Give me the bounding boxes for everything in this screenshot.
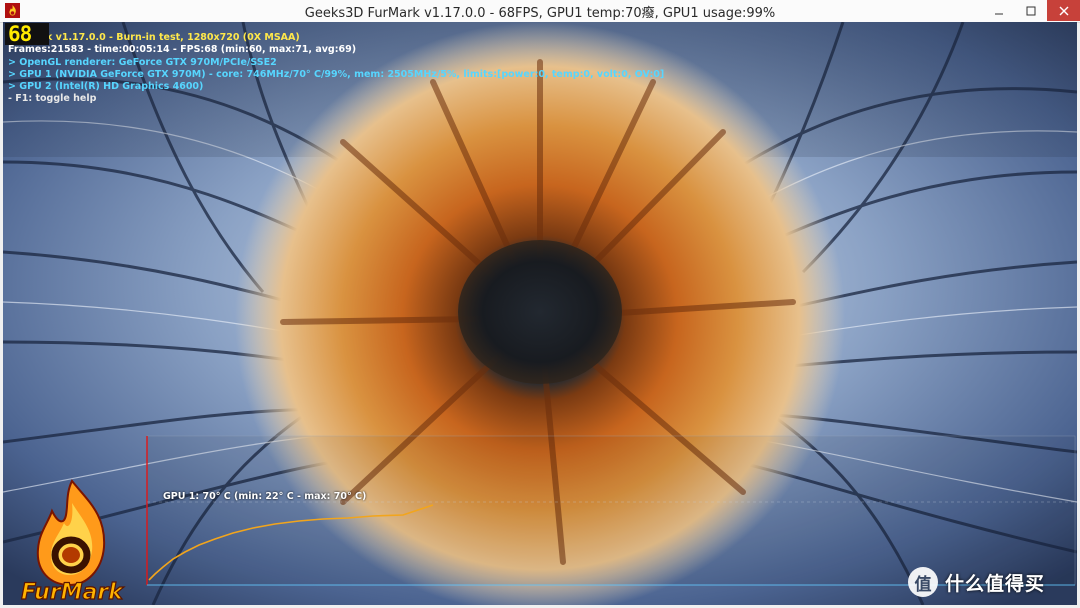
- osd-gpu1-line: > GPU 1 (NVIDIA GeForce GTX 970M) - core…: [8, 68, 665, 80]
- temperature-graph: [146, 435, 1076, 586]
- fps-counter: 68: [8, 22, 32, 46]
- fps-counter-box: 68: [5, 22, 49, 46]
- minimize-icon: [995, 13, 1003, 14]
- osd-help-line: - F1: toggle help: [8, 93, 97, 105]
- osd-title-line: FurMark v1.17.0.0 - Burn-in test, 1280x7…: [8, 32, 300, 43]
- render-viewport[interactable]: FurMark v1.17.0.0 - Burn-in test, 1280x7…: [3, 22, 1077, 605]
- osd-gpu2-line: > GPU 2 (Intel(R) HD Graphics 4600): [8, 81, 204, 93]
- furmark-flame-logo: FurMark: [21, 479, 125, 603]
- minimize-button[interactable]: [983, 0, 1015, 21]
- watermark: 值 什么值得买: [908, 567, 1045, 597]
- maximize-button[interactable]: [1015, 0, 1047, 21]
- maximize-icon: [1026, 6, 1036, 15]
- app-window: Geeks3D FurMark v1.17.0.0 - 68FPS, GPU1 …: [0, 0, 1080, 608]
- osd-stats-line: Frames:21583 - time:00:05:14 - FPS:68 (m…: [8, 44, 357, 56]
- close-button[interactable]: [1047, 0, 1080, 21]
- window-title: Geeks3D FurMark v1.17.0.0 - 68FPS, GPU1 …: [304, 6, 776, 21]
- osd-overlay: FurMark v1.17.0.0 - Burn-in test, 1280x7…: [8, 32, 664, 106]
- logo-text: FurMark: [21, 580, 124, 603]
- zhi-de-mai-icon: 值: [908, 567, 938, 597]
- osd-renderer-line: > OpenGL renderer: GeForce GTX 970M/PCIe…: [8, 56, 277, 68]
- render-scene: [3, 22, 1077, 605]
- close-icon: [1059, 6, 1068, 15]
- temperature-graph-title: GPU 1: 70° C (min: 22° C - max: 70° C): [163, 491, 367, 502]
- title-bar[interactable]: Geeks3D FurMark v1.17.0.0 - 68FPS, GPU1 …: [0, 0, 1080, 23]
- watermark-text: 什么值得买: [945, 572, 1046, 595]
